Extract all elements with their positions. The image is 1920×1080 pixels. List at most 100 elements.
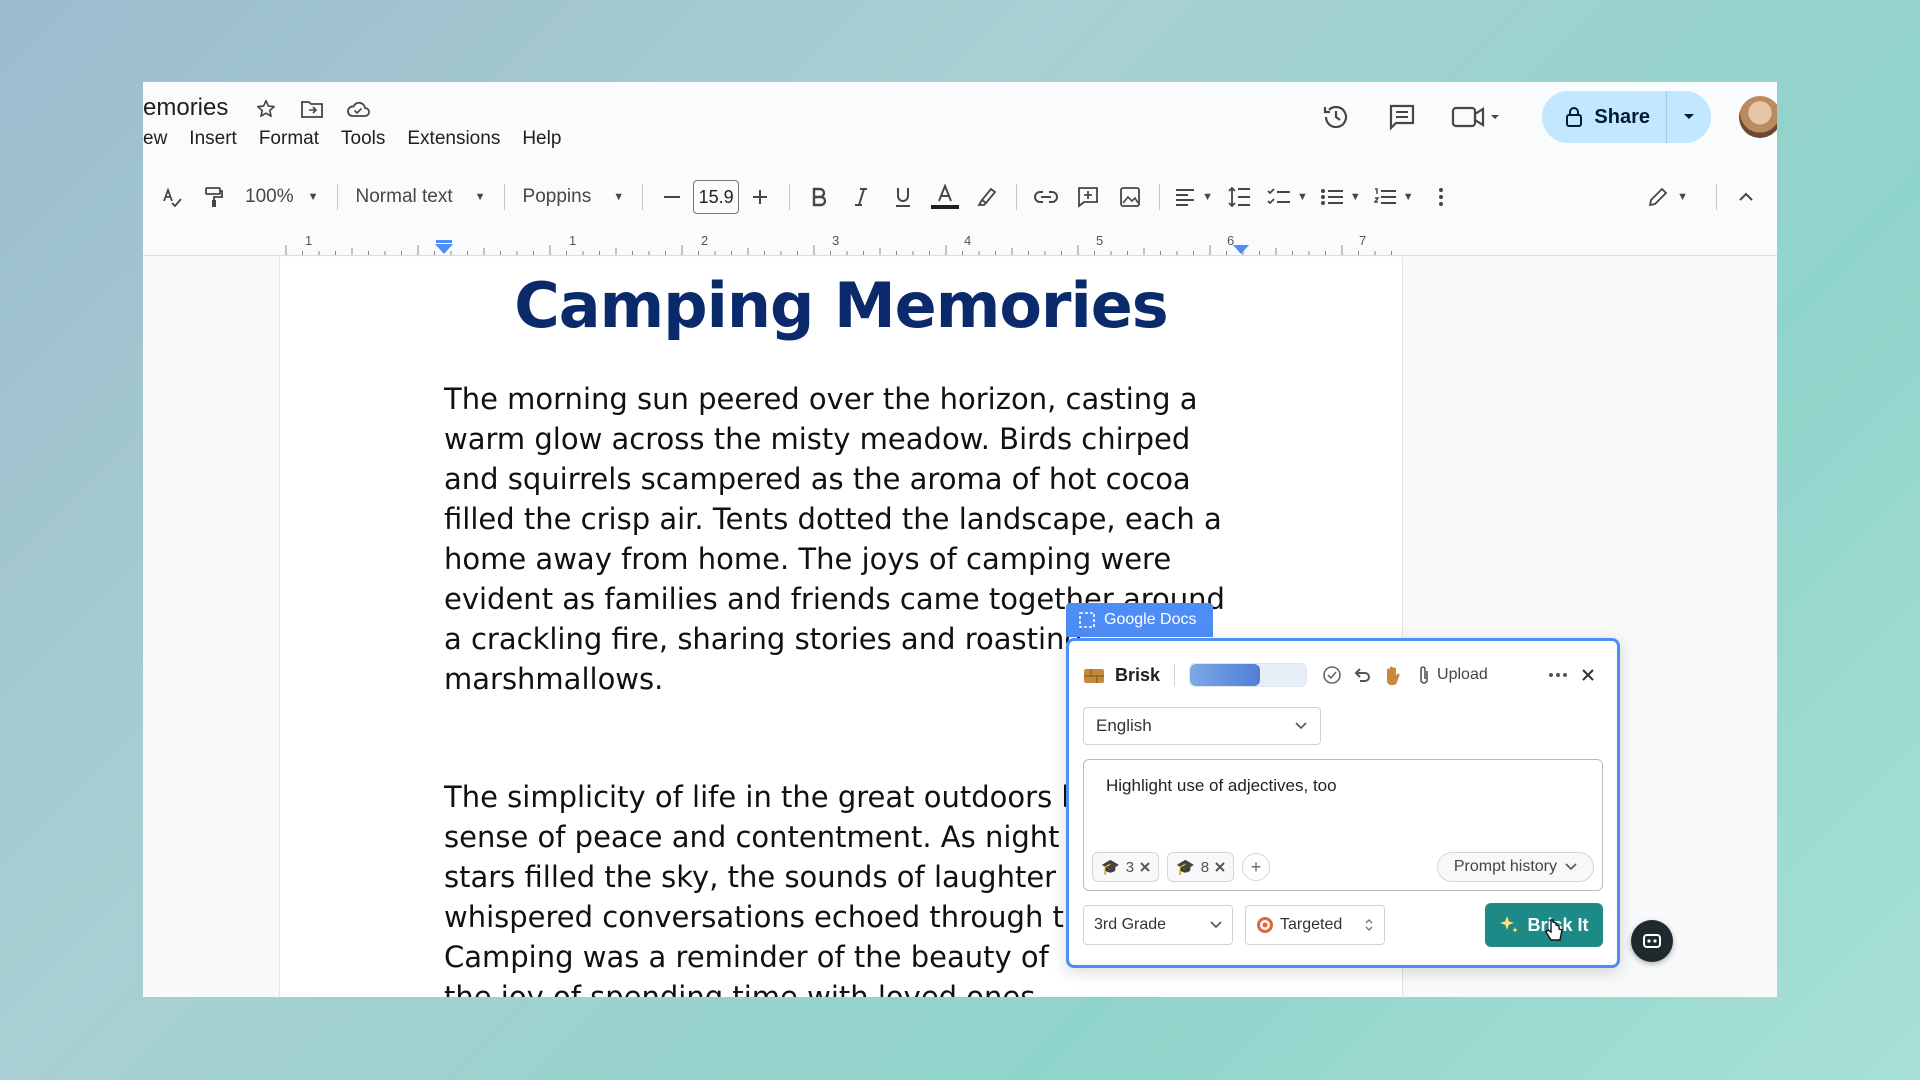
pencil-icon [1648,187,1668,207]
collapse-menus-icon[interactable] [1731,179,1761,215]
toolbar-divider [1716,184,1717,210]
graduation-cap-icon: 🎓 [1101,859,1120,876]
menu-extensions[interactable]: Extensions [407,128,500,150]
avatar[interactable] [1739,96,1777,138]
star-icon[interactable] [253,96,279,122]
text-color-icon[interactable] [930,179,960,215]
bulleted-list-icon [1320,189,1343,205]
brisk-fab-button[interactable] [1631,920,1673,962]
toolbar-divider [336,184,338,210]
spellcheck-icon[interactable] [157,179,187,215]
caret-down-icon: ▼ [1349,191,1361,203]
chip[interactable]: 🎓 3 [1092,852,1160,882]
checklist-select[interactable]: ▼ [1267,179,1308,215]
menu-insert[interactable]: Insert [189,128,237,150]
cloud-saved-icon[interactable] [345,96,371,122]
align-select[interactable]: ▼ [1174,179,1213,215]
up-down-icon [1365,919,1373,931]
first-line-indent-marker[interactable] [436,240,452,243]
text-line: home away from home. The joys of camping… [444,542,1172,576]
add-comment-icon[interactable] [1073,179,1103,215]
ruler-number: 6 [1227,233,1235,248]
italic-icon[interactable] [846,179,876,215]
checklist-icon [1267,188,1290,205]
right-indent-marker[interactable] [1233,245,1249,254]
link-icon[interactable] [1031,179,1061,215]
toolbar-divider [1159,184,1161,210]
bulleted-list-select[interactable]: ▼ [1320,179,1361,215]
decrease-font-size-button[interactable] [657,179,687,215]
insert-image-icon[interactable] [1115,179,1145,215]
context-tag-label: Google Docs [1104,611,1197,628]
bold-icon[interactable] [804,179,834,215]
menu-help[interactable]: Help [522,128,561,150]
text-line: the joy of spending time with loved ones… [444,980,1045,997]
formatting-toolbar: 100% ▼ Normal text ▼ Poppins ▼ 15.9 ▼ ▼ … [143,174,1777,220]
grade-select[interactable]: 3rd Grade [1083,905,1233,945]
toolbar-divider [789,184,791,210]
language-select[interactable]: English [1083,707,1321,745]
brisk-logo: Brisk [1083,665,1160,686]
share-button[interactable]: Share [1542,91,1667,143]
prompt-history-label: Prompt history [1453,858,1557,875]
level-slider[interactable] [1189,663,1308,687]
brisk-toggle-icon [1643,934,1661,948]
ruler-number: 5 [1096,233,1104,248]
history-icon[interactable] [1316,97,1356,137]
remove-icon[interactable] [1215,862,1225,872]
horizontal-ruler[interactable]: 1 1 2 3 4 5 6 7 [143,230,1777,256]
chevron-down-icon [1295,722,1307,730]
underline-icon[interactable] [888,179,918,215]
caret-down-icon: ▼ [474,191,486,203]
more-options-icon[interactable] [1426,179,1456,215]
font-family-value: Poppins [522,186,592,207]
comments-icon[interactable] [1382,97,1422,137]
caret-down-icon: ▼ [1402,191,1414,203]
ruler-graphic [285,240,1392,255]
chevron-down-icon [1210,921,1222,929]
target-icon [1257,917,1273,933]
text-line: The morning sun peered over the horizon,… [444,382,1198,416]
toolbar-divider [1016,184,1018,210]
menu-format[interactable]: Format [259,128,319,150]
meet-icon[interactable] [1448,97,1504,137]
line-spacing-icon[interactable] [1225,179,1255,215]
check-circle-icon[interactable] [1317,660,1347,690]
undo-icon[interactable] [1347,660,1377,690]
remove-icon[interactable] [1140,862,1150,872]
font-family-select[interactable]: Poppins ▼ [523,186,625,208]
menu-tools[interactable]: Tools [341,128,385,150]
document-heading[interactable]: Camping Memories [280,269,1402,342]
ruler-number: 7 [1359,233,1367,248]
left-indent-marker[interactable] [435,244,453,254]
more-icon[interactable] [1543,660,1573,690]
mode-value: Targeted [1280,916,1343,933]
close-icon[interactable] [1573,660,1603,690]
paint-format-icon[interactable] [199,179,229,215]
increase-font-size-button[interactable] [745,179,775,215]
move-folder-icon[interactable] [299,96,325,122]
chip[interactable]: 🎓 8 [1167,852,1235,882]
highlight-color-icon[interactable] [972,179,1002,215]
prompt-history-button[interactable]: Prompt history [1436,852,1594,882]
title-bar: emories ew Insert Format Tools Extension… [143,82,1777,168]
toolbar-divider [503,184,505,210]
hand-icon[interactable] [1377,660,1407,690]
mode-select[interactable]: Targeted [1245,905,1385,945]
brisk-panel: Brisk Upload English Highlight use of ad… [1066,638,1620,968]
text-line: warm glow across the misty meadow. Birds… [444,422,1191,456]
add-chip-button[interactable]: + [1242,853,1271,881]
share-dropdown-button[interactable] [1667,91,1711,143]
caret-down-icon: ▼ [1677,191,1688,203]
numbered-list-select[interactable]: ▼ [1373,179,1414,215]
paragraph-style-select[interactable]: Normal text ▼ [356,186,486,208]
document-title[interactable]: emories [143,94,228,122]
menu-view[interactable]: ew [143,128,167,150]
zoom-select[interactable]: 100% ▼ [245,186,319,208]
editing-mode-select[interactable]: ▼ [1647,179,1688,215]
zoom-value: 100% [245,186,294,207]
prompt-input[interactable]: Highlight use of adjectives, too 🎓 3 🎓 8… [1083,759,1603,891]
upload-button[interactable]: Upload [1417,665,1488,685]
font-size-input[interactable]: 15.9 [693,180,740,214]
header-actions: Share [1316,91,1777,143]
